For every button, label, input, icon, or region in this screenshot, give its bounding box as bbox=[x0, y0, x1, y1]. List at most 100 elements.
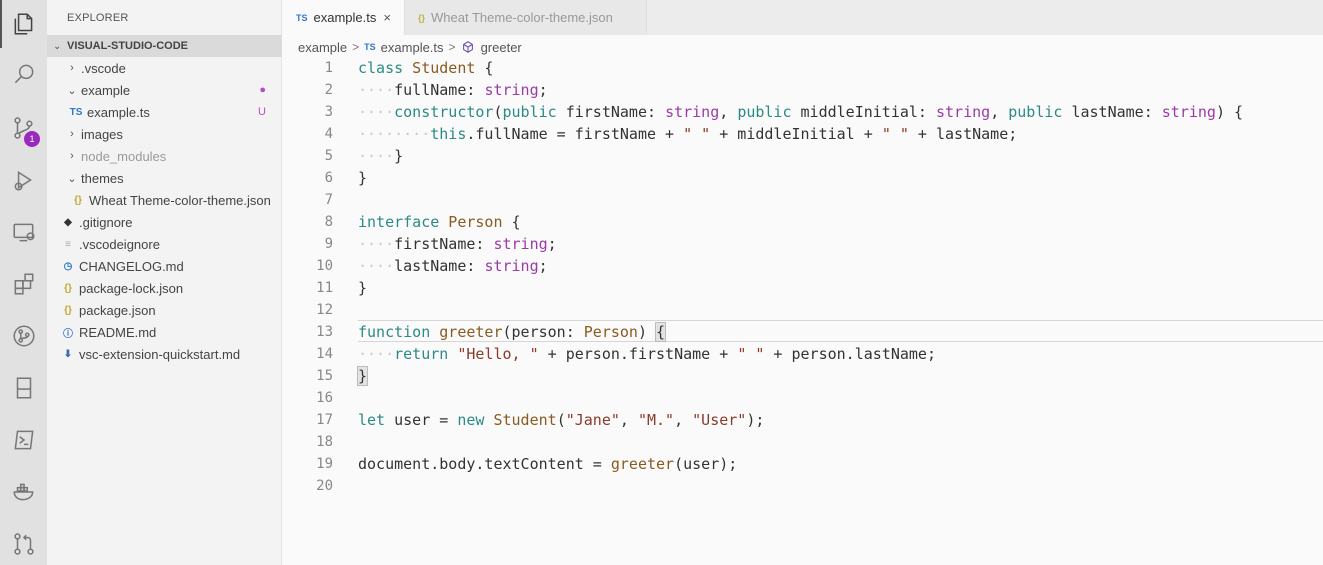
close-icon[interactable]: × bbox=[383, 10, 391, 25]
chevron-right-icon: › bbox=[70, 62, 74, 74]
tree-item-label: .vscode bbox=[81, 60, 126, 76]
pull-requests-button[interactable] bbox=[0, 520, 47, 565]
symbol-method-icon bbox=[462, 41, 473, 53]
git-graph-button[interactable] bbox=[0, 312, 47, 360]
line-number: 4 bbox=[324, 126, 333, 142]
git-file-icon: ◆ bbox=[64, 216, 72, 228]
run-debug-button[interactable] bbox=[0, 156, 47, 204]
run-debug-icon bbox=[14, 171, 32, 191]
git-status-decoration: ● bbox=[259, 84, 266, 96]
code-line: 9 ····firstName: string; bbox=[283, 233, 1323, 255]
source-control-badge: 1 bbox=[24, 131, 40, 147]
breadcrumb-symbol[interactable]: greeter bbox=[481, 40, 522, 55]
tree-item[interactable]: ◷ CHANGELOG.md bbox=[47, 255, 282, 277]
tab-example-ts[interactable]: TS example.ts × bbox=[283, 0, 405, 35]
remote-explorer-button[interactable] bbox=[0, 208, 47, 256]
chevron-right-icon: › bbox=[70, 128, 74, 140]
bookmarks-button[interactable] bbox=[0, 364, 47, 412]
tree-item[interactable]: {} package.json bbox=[47, 299, 282, 321]
tree-item[interactable]: {} Wheat Theme-color-theme.json bbox=[47, 189, 282, 211]
tree-item[interactable]: › node_modules bbox=[47, 145, 282, 167]
line-number: 20 bbox=[316, 478, 333, 494]
json-file-icon: {} bbox=[64, 304, 72, 316]
line-number: 18 bbox=[316, 434, 333, 450]
tree-item-label: example bbox=[81, 82, 131, 98]
search-button[interactable] bbox=[0, 50, 47, 98]
git-status-decoration: U bbox=[258, 106, 266, 118]
tree-item[interactable]: › images bbox=[47, 123, 282, 145]
code-text: ····lastName: string; bbox=[358, 257, 548, 275]
json-file-icon: {} bbox=[74, 194, 82, 206]
tab-label: Wheat Theme-color-theme.json bbox=[431, 10, 613, 25]
line-number: 17 bbox=[316, 412, 333, 428]
tree-item[interactable]: ⓘ README.md bbox=[47, 321, 282, 343]
workspace-section-header[interactable]: ⌄ VISUAL-STUDIO-CODE bbox=[47, 35, 282, 57]
code-line: 11} bbox=[283, 277, 1323, 299]
sidebar-title: EXPLORER bbox=[67, 12, 129, 24]
tree-item-label: images bbox=[81, 126, 123, 142]
tree-item[interactable]: › .vscode bbox=[47, 57, 282, 79]
json-file-icon: {} bbox=[418, 12, 426, 23]
terminal-button[interactable] bbox=[0, 416, 47, 464]
code-line: 12 bbox=[283, 299, 1323, 321]
code-line: 5 ····} bbox=[283, 145, 1323, 167]
explorer-button[interactable] bbox=[0, 0, 47, 48]
line-number: 2 bbox=[324, 82, 333, 98]
chevron-down-icon: ⌄ bbox=[53, 40, 62, 52]
tree-item[interactable]: TS example.ts U bbox=[47, 101, 282, 123]
line-number: 16 bbox=[316, 390, 333, 406]
code-line: 4 ········this.fullName = firstName + " "… bbox=[283, 123, 1323, 145]
breadcrumb-separator: > bbox=[448, 40, 456, 54]
code-text: ····} bbox=[358, 147, 404, 165]
tree-item[interactable]: ⌄ example ● bbox=[47, 79, 282, 101]
tree-item[interactable]: ⬇ vsc-extension-quickstart.md bbox=[47, 343, 282, 365]
code-text: ····firstName: string; bbox=[358, 235, 557, 253]
code-line: 15} bbox=[283, 365, 1323, 387]
remote-explorer-icon bbox=[12, 223, 35, 242]
code-editor[interactable]: 1 class Student {2 ····fullName: string; 3 ·… bbox=[283, 57, 1323, 565]
line-number: 9 bbox=[324, 236, 333, 252]
breadcrumb-folder[interactable]: example bbox=[298, 40, 347, 55]
editor-tabs: TS example.ts × {} Wheat Theme-color-the… bbox=[283, 0, 1323, 35]
tree-item[interactable]: {} package-lock.json bbox=[47, 277, 282, 299]
line-number: 10 bbox=[316, 258, 333, 274]
typescript-file-icon: TS bbox=[69, 106, 83, 118]
line-number: 19 bbox=[316, 456, 333, 472]
code-line: 17 let user = new Student("Jane", "M.", "… bbox=[283, 409, 1323, 431]
docker-button[interactable] bbox=[0, 468, 47, 516]
markdown-file-icon: ⬇ bbox=[63, 348, 73, 360]
line-number: 3 bbox=[324, 104, 333, 120]
tree-item-label: CHANGELOG.md bbox=[79, 258, 184, 274]
source-control-button[interactable]: 1 bbox=[0, 104, 47, 152]
code-text: interface Person { bbox=[358, 213, 521, 231]
typescript-file-icon: TS bbox=[296, 12, 308, 23]
bookmark-icon bbox=[16, 377, 31, 399]
line-number: 1 bbox=[324, 60, 333, 76]
code-line: 18 bbox=[283, 431, 1323, 453]
code-text: let user = new Student("Jane", "M.", "Us… bbox=[358, 411, 765, 429]
json-file-icon: {} bbox=[64, 282, 72, 294]
breadcrumb-separator: > bbox=[352, 40, 360, 54]
tab-wheat-theme[interactable]: {} Wheat Theme-color-theme.json bbox=[405, 0, 647, 35]
tree-item[interactable]: ⌄ themes bbox=[47, 167, 282, 189]
tab-label: example.ts bbox=[313, 10, 377, 25]
tree-item[interactable]: ≡ .vscodeignore bbox=[47, 233, 282, 255]
breadcrumb-file[interactable]: example.ts bbox=[381, 40, 444, 55]
code-line: 20 bbox=[283, 475, 1323, 497]
extensions-button[interactable] bbox=[0, 260, 47, 308]
extensions-icon bbox=[14, 273, 33, 295]
line-number: 14 bbox=[316, 346, 333, 362]
tree-item-label: vsc-extension-quickstart.md bbox=[79, 346, 241, 362]
breadcrumb: example > TS example.ts > greeter bbox=[298, 36, 522, 58]
chevron-down-icon: ⌄ bbox=[67, 172, 77, 185]
search-icon bbox=[14, 64, 33, 84]
tree-item[interactable]: ◆ .gitignore bbox=[47, 211, 282, 233]
code-line: 16 bbox=[283, 387, 1323, 409]
pull-request-icon bbox=[13, 533, 34, 555]
code-line: 10 ····lastName: string; bbox=[283, 255, 1323, 277]
code-line: 8 interface Person { bbox=[283, 211, 1323, 233]
code-text: class Student { bbox=[358, 59, 494, 77]
code-line: 19 document.body.textContent = greeter(us… bbox=[283, 453, 1323, 475]
code-line: 1 class Student { bbox=[283, 57, 1323, 79]
changelog-file-icon: ◷ bbox=[63, 260, 73, 272]
